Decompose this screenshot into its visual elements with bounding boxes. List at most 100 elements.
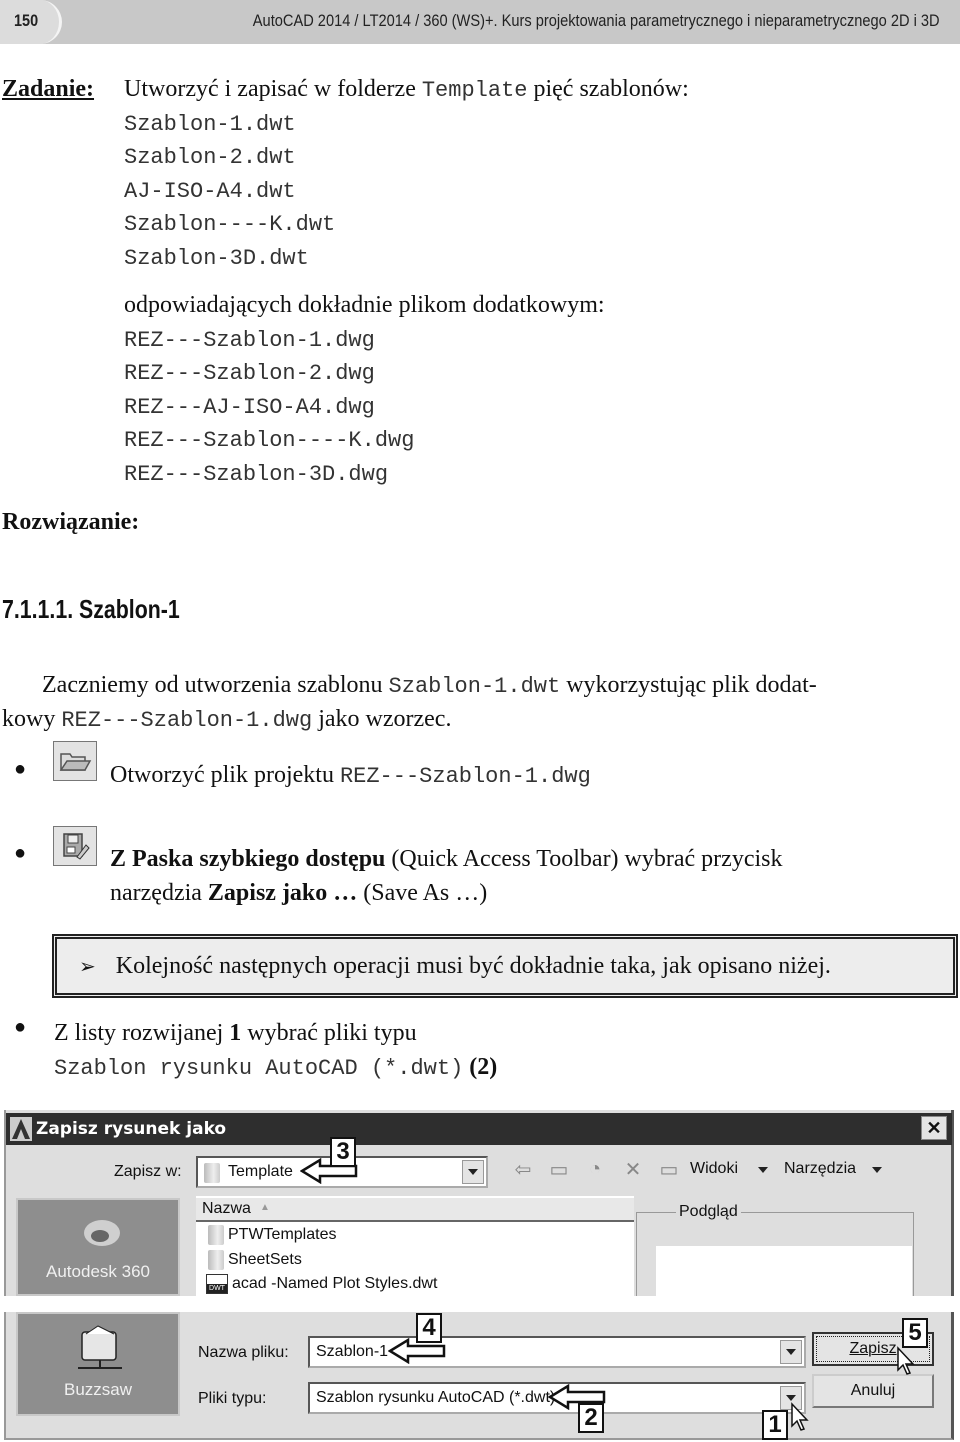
step-bold: (2) xyxy=(469,1054,498,1080)
open-folder-icon xyxy=(53,741,97,781)
filename-label-text: Nazwa pliku: xyxy=(198,1344,289,1361)
tools-dropdown-icon[interactable] xyxy=(872,1167,882,1173)
source-file-item: REZ---AJ-ISO-A4.dwg xyxy=(124,395,375,420)
place-label: Buzzsaw xyxy=(63,1380,133,1399)
template-item: Szablon-3D.dwt xyxy=(124,246,309,271)
template-item: AJ-ISO-A4.dwt xyxy=(124,179,296,204)
file-list-item[interactable]: SheetSets xyxy=(208,1250,302,1270)
note-text: Kolejność następnych operacji musi być d… xyxy=(115,953,831,979)
arrow-marker-icon: ➢ xyxy=(79,954,96,978)
task-intro-before: Utworzyć i zapisać w folderze xyxy=(124,76,416,102)
place-label: Autodesk 360 xyxy=(46,1262,150,1281)
file-name: PTWTemplates xyxy=(228,1226,337,1243)
save-in-dropdown-button[interactable] xyxy=(462,1160,484,1184)
filetype-value: Szablon rysunku AutoCAD (*.dwt) xyxy=(316,1389,556,1406)
cancel-button[interactable]: Anuluj xyxy=(812,1374,934,1408)
views-label: Widoki xyxy=(690,1160,739,1177)
source-file-item: REZ---Szablon----K.dwg xyxy=(124,428,415,453)
filename-label: Nazwa pliku: xyxy=(198,1344,289,1362)
mouse-cursor-icon xyxy=(791,1402,809,1431)
solution-label: Rozwiązanie: xyxy=(2,509,140,535)
section-heading: 7.1.1.1. Szablon-1 xyxy=(2,594,180,624)
source-file-item: REZ---Szablon-2.dwg xyxy=(124,361,375,386)
file-name: acad -Named Plot Styles.dwt xyxy=(232,1275,438,1292)
preview-label: Podgląd xyxy=(676,1203,741,1221)
new-folder-icon[interactable]: ▭ xyxy=(656,1158,682,1181)
save-in-label-text: Zapisz w: xyxy=(114,1163,182,1180)
para-text: wykorzystując plik dodat- xyxy=(566,672,817,698)
note-box: ➢ Kolejność następnych operacji musi być… xyxy=(52,934,958,998)
folder-icon xyxy=(208,1250,224,1270)
step-text: Z listy rozwijanej xyxy=(54,1020,224,1046)
para-text: kowy xyxy=(2,706,56,732)
step-save-as-line2: narzędzia Zapisz jako … (Save As …) xyxy=(110,876,487,910)
preview-box xyxy=(656,1246,912,1302)
cancel-button-label: Anuluj xyxy=(850,1382,896,1399)
callout-4: 4 xyxy=(416,1313,442,1343)
filename-input[interactable]: Szablon-1 xyxy=(308,1336,806,1368)
crop-gap xyxy=(0,1296,960,1312)
task-intro: Utworzyć i zapisać w folderze Template p… xyxy=(124,72,689,108)
filetype-label: Pliki typu: xyxy=(198,1390,266,1408)
step-open-file: Otworzyć plik projektu REZ---Szablon-1.d… xyxy=(110,758,591,794)
step-save-as-line1: Z Paska szybkiego dostępu (Quick Access … xyxy=(110,842,782,876)
tools-label: Narzędzia xyxy=(784,1160,857,1177)
intro-paragraph-line1: Zaczniemy od utworzenia szablonu Szablon… xyxy=(42,668,817,704)
para-text: Zaczniemy od utworzenia szablonu xyxy=(42,672,383,698)
step-bold: Paska szybkiego dostępu xyxy=(132,846,386,872)
step-select-type-line2: Szablon rysunku AutoCAD (*.dwt) (2) xyxy=(54,1050,497,1086)
step-text: (Quick Access Toolbar) wybrać przycisk xyxy=(391,846,783,872)
callout-5: 5 xyxy=(902,1318,928,1348)
mouse-cursor-icon xyxy=(897,1346,915,1375)
place-buzzsaw[interactable]: Buzzsaw xyxy=(16,1312,180,1416)
step-text: Z xyxy=(110,846,127,872)
views-menu[interactable]: Widoki xyxy=(690,1160,738,1178)
bullet: ● xyxy=(14,758,27,780)
buzzsaw-icon xyxy=(78,1325,122,1369)
task-intro-folder: Template xyxy=(421,78,528,103)
filename-value: Szablon-1 xyxy=(316,1343,389,1360)
save-as-icon xyxy=(53,826,97,866)
step-text: (Save As …) xyxy=(363,880,488,906)
para-code: Szablon-1.dwt xyxy=(388,674,561,699)
file-list-item[interactable]: PTWTemplates xyxy=(208,1225,336,1245)
para-text: jako wzorzec. xyxy=(318,706,452,732)
list-header[interactable]: Nazwa ▲ xyxy=(196,1198,634,1222)
save-in-value: Template xyxy=(228,1163,293,1180)
column-name-header[interactable]: Nazwa xyxy=(202,1200,251,1218)
sort-ascending-icon: ▲ xyxy=(260,1202,270,1213)
callout-3: 3 xyxy=(330,1137,356,1167)
step-text: Otworzyć plik projektu xyxy=(110,762,334,788)
page-number: 150 xyxy=(14,11,39,30)
up-folder-icon[interactable]: ▭ xyxy=(546,1158,572,1181)
chevron-down-icon xyxy=(468,1169,478,1175)
task-label: Zadanie: xyxy=(2,76,95,102)
step-code: REZ---Szablon-1.dwg xyxy=(339,764,591,789)
book-title: AutoCAD 2014 / LT2014 / 360 (WS)+. Kurs … xyxy=(253,11,940,30)
template-item: Szablon----K.dwt xyxy=(124,212,336,237)
filename-dropdown-button[interactable] xyxy=(780,1340,802,1364)
close-button[interactable]: ✕ xyxy=(921,1116,947,1140)
delete-icon[interactable]: ✕ xyxy=(620,1158,646,1181)
note-content: ➢ Kolejność następnych operacji musi być… xyxy=(79,949,831,983)
autocad-logo-icon xyxy=(10,1117,32,1141)
task-intro-after: pięć szablonów: xyxy=(533,76,689,102)
file-list-item[interactable]: DWT acad -Named Plot Styles.dwt xyxy=(206,1274,437,1294)
bullet: ● xyxy=(14,842,27,864)
bullet: ● xyxy=(14,1016,27,1038)
template-item: Szablon-1.dwt xyxy=(124,112,296,137)
back-arrow-icon[interactable]: ⇦ xyxy=(510,1158,536,1181)
dialog-title: Zapisz rysunek jako xyxy=(36,1119,227,1139)
file-name: SheetSets xyxy=(228,1251,302,1268)
dwt-file-icon: DWT xyxy=(206,1274,228,1294)
chevron-down-icon xyxy=(786,1395,796,1401)
search-web-icon[interactable]: ◔ xyxy=(582,1158,608,1180)
views-dropdown-icon[interactable] xyxy=(758,1167,768,1173)
source-file-item: REZ---Szablon-1.dwg xyxy=(124,328,375,353)
tools-menu[interactable]: Narzędzia xyxy=(784,1160,856,1178)
save-button-label: Zapisz xyxy=(849,1340,897,1357)
step-bold: 1 xyxy=(229,1020,242,1046)
step-bold: Zapisz jako … xyxy=(207,880,358,906)
step-text: wybrać pliki typu xyxy=(247,1020,417,1046)
place-autodesk-360[interactable]: Autodesk 360 xyxy=(16,1198,180,1296)
